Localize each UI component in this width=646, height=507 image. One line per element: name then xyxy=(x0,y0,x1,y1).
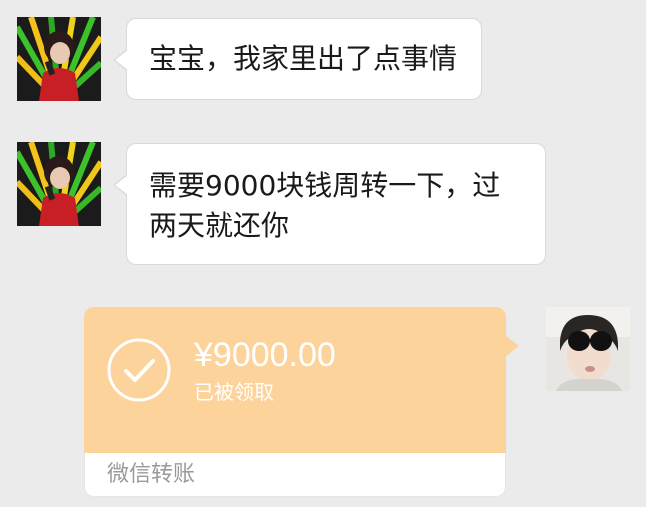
transfer-card-footer: 微信转账 xyxy=(84,453,506,497)
contact-avatar-image xyxy=(17,142,101,226)
user-avatar[interactable] xyxy=(546,307,630,391)
transfer-label: 微信转账 xyxy=(107,462,196,487)
message-text: 宝宝，我家里出了点事情 xyxy=(149,42,458,75)
contact-avatar[interactable] xyxy=(17,17,101,101)
user-avatar-image xyxy=(546,307,630,391)
message-text: 需要9000块钱周转一下，过 两天就还你 xyxy=(149,169,501,242)
contact-avatar[interactable] xyxy=(17,142,101,226)
contact-avatar-image xyxy=(17,17,101,101)
message-bubble[interactable]: 需要9000块钱周转一下，过 两天就还你 xyxy=(113,143,546,265)
message-bubble[interactable]: 宝宝，我家里出了点事情 xyxy=(113,18,482,100)
transfer-card-header: ¥9000.00 已被领取 xyxy=(84,307,506,453)
chat-window: 宝宝，我家里出了点事情 需要9000块钱周转一下，过 两天就还你 ¥9000.0… xyxy=(0,0,646,507)
transfer-amount: ¥9000.00 xyxy=(194,336,336,374)
transfer-status: 已被领取 xyxy=(194,380,274,404)
transfer-card[interactable]: ¥9000.00 已被领取 微信转账 xyxy=(84,307,519,497)
checkmark-circle-icon xyxy=(106,337,172,403)
transfer-card-tail xyxy=(505,335,519,357)
